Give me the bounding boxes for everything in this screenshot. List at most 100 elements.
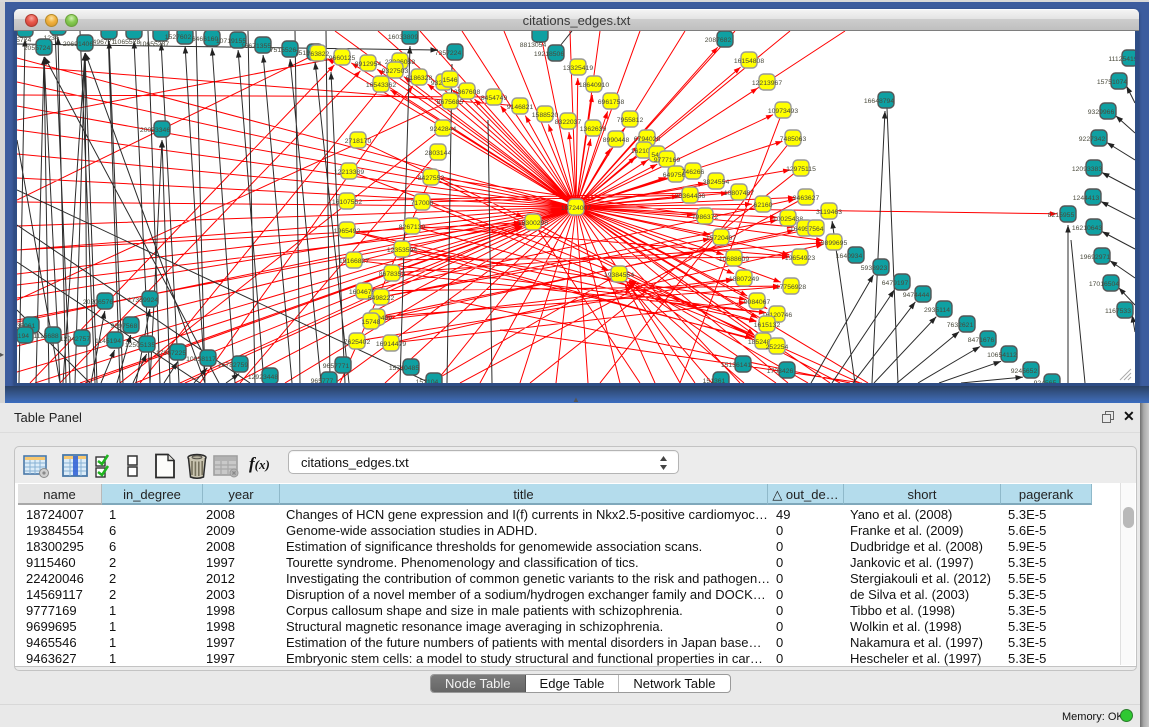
svg-text:9084067: 9084067 xyxy=(744,299,771,306)
svg-text:19692971: 19692971 xyxy=(1080,254,1110,261)
svg-text:12353594: 12353594 xyxy=(387,247,417,254)
svg-text:9657771: 9657771 xyxy=(323,363,350,370)
svg-text:1640934: 1640934 xyxy=(836,253,863,260)
svg-text:1965492: 1965492 xyxy=(334,228,361,235)
svg-text:252254: 252254 xyxy=(766,344,789,351)
svg-text:10958117: 10958117 xyxy=(186,356,216,363)
svg-text:7485063: 7485063 xyxy=(780,136,807,143)
svg-text:16107552: 16107552 xyxy=(332,199,362,206)
svg-text:15748: 15748 xyxy=(362,319,381,326)
svg-text:8322037: 8322037 xyxy=(555,119,582,126)
svg-text:20691406: 20691406 xyxy=(63,41,93,48)
svg-text:62160: 62160 xyxy=(754,202,773,209)
svg-text:1527602: 1527602 xyxy=(165,34,192,41)
svg-text:1546: 1546 xyxy=(442,77,457,84)
svg-text:1115688: 1115688 xyxy=(33,333,59,340)
svg-text:8675685: 8675685 xyxy=(437,99,464,106)
svg-text:2718170: 2718170 xyxy=(345,138,372,145)
svg-text:2803144: 2803144 xyxy=(425,150,452,157)
svg-text:7986372: 7986372 xyxy=(692,214,719,221)
svg-text:9777169: 9777169 xyxy=(654,157,681,164)
svg-text:965777: 965777 xyxy=(311,378,334,383)
svg-text:18724007: 18724007 xyxy=(561,205,591,212)
svg-text:1362639: 1362639 xyxy=(580,126,607,133)
svg-text:18807249: 18807249 xyxy=(729,276,759,283)
svg-text:20053346: 20053346 xyxy=(140,127,170,134)
svg-text:8267130: 8267130 xyxy=(399,224,426,231)
svg-text:17359924: 17359924 xyxy=(128,297,158,304)
svg-text:8912954: 8912954 xyxy=(355,61,382,68)
svg-text:19384554: 19384554 xyxy=(604,272,634,279)
svg-text:2935114: 2935114 xyxy=(924,307,950,314)
svg-text:19166827: 19166827 xyxy=(339,258,369,265)
svg-text:9146821: 9146821 xyxy=(507,104,534,111)
svg-text:9474444: 9474444 xyxy=(903,292,930,299)
svg-text:12213389: 12213389 xyxy=(334,169,364,176)
svg-text:2087682: 2087682 xyxy=(705,37,732,44)
svg-text:20364436: 20364436 xyxy=(675,193,705,200)
svg-text:12093383: 12093383 xyxy=(1072,166,1102,173)
svg-text:3119463: 3119463 xyxy=(816,209,842,216)
svg-text:10973493: 10973493 xyxy=(768,108,798,115)
svg-text:16648794: 16648794 xyxy=(864,98,894,105)
svg-text:1244413: 1244413 xyxy=(1073,195,1100,202)
svg-text:6466160: 6466160 xyxy=(192,36,219,43)
svg-text:10807487: 10807487 xyxy=(724,190,754,197)
svg-text:7955812: 7955812 xyxy=(617,117,644,124)
svg-text:924565: 924565 xyxy=(1034,380,1057,383)
svg-text:12975115: 12975115 xyxy=(786,166,816,173)
svg-text:19218506: 19218506 xyxy=(534,51,564,58)
svg-text:7632621: 7632621 xyxy=(947,322,974,329)
svg-text:8471676: 8471676 xyxy=(968,337,995,344)
svg-text:12923448: 12923448 xyxy=(248,374,278,381)
svg-text:16671355: 16671355 xyxy=(241,43,271,50)
svg-text:3824554: 3824554 xyxy=(703,179,730,186)
svg-text:8678352: 8678352 xyxy=(379,271,406,278)
svg-text:8186328: 8186328 xyxy=(406,75,433,82)
svg-text:157104: 157104 xyxy=(416,379,439,383)
svg-text:763822: 763822 xyxy=(307,51,330,58)
svg-text:12942757: 12942757 xyxy=(60,336,90,343)
svg-text:9329966: 9329966 xyxy=(1088,109,1115,116)
svg-text:2055724: 2055724 xyxy=(24,45,51,52)
svg-text:16782759: 16782759 xyxy=(218,362,248,369)
svg-text:2055724: 2055724 xyxy=(17,37,31,44)
svg-text:1733426: 1733426 xyxy=(767,368,794,375)
svg-text:7357224: 7357224 xyxy=(435,50,462,57)
svg-text:9397568: 9397568 xyxy=(111,323,138,330)
svg-text:9463627: 9463627 xyxy=(793,195,820,202)
svg-text:7625402: 7625402 xyxy=(344,339,371,346)
svg-text:746266: 746266 xyxy=(682,169,705,176)
svg-text:8427552: 8427552 xyxy=(418,175,445,182)
svg-text:1615132: 1615132 xyxy=(754,322,781,329)
svg-text:16033809: 16033809 xyxy=(388,34,418,41)
svg-text:391194: 391194 xyxy=(17,333,29,340)
svg-text:5938923: 5938923 xyxy=(861,265,888,272)
svg-text:18300295: 18300295 xyxy=(518,220,548,227)
svg-text:16543362: 16543362 xyxy=(366,82,396,89)
svg-text:1065528: 1065528 xyxy=(114,39,141,46)
svg-text:8215955: 8215955 xyxy=(1048,212,1075,219)
svg-text:13325419: 13325419 xyxy=(563,65,593,72)
svg-text:8454749: 8454749 xyxy=(481,95,508,102)
svg-text:12213967: 12213967 xyxy=(752,80,782,87)
svg-text:20206576: 20206576 xyxy=(83,299,113,306)
svg-text:17756928: 17756928 xyxy=(776,284,806,291)
svg-text:8813054: 8813054 xyxy=(520,42,547,49)
svg-text:717008: 717008 xyxy=(411,200,434,207)
svg-text:10655287: 10655287 xyxy=(139,41,169,48)
svg-text:6479197: 6479197 xyxy=(882,280,909,287)
svg-text:1588520: 1588520 xyxy=(532,112,559,119)
svg-text:5498222: 5498222 xyxy=(368,295,395,302)
svg-text:15751074: 15751074 xyxy=(1097,79,1127,86)
svg-text:9660125: 9660125 xyxy=(329,55,356,62)
svg-text:1167533: 1167533 xyxy=(1105,308,1131,315)
svg-text:15720407: 15720407 xyxy=(706,235,736,242)
svg-text:9327503: 9327503 xyxy=(382,68,409,75)
svg-text:9899695: 9899695 xyxy=(821,240,848,247)
svg-text:1145194: 1145194 xyxy=(95,338,121,345)
svg-text:10654112: 10654112 xyxy=(987,352,1017,359)
svg-text:9227342: 9227342 xyxy=(1079,136,1106,143)
svg-text:7515526: 7515526 xyxy=(270,47,297,54)
svg-text:12505135: 12505135 xyxy=(125,342,155,349)
